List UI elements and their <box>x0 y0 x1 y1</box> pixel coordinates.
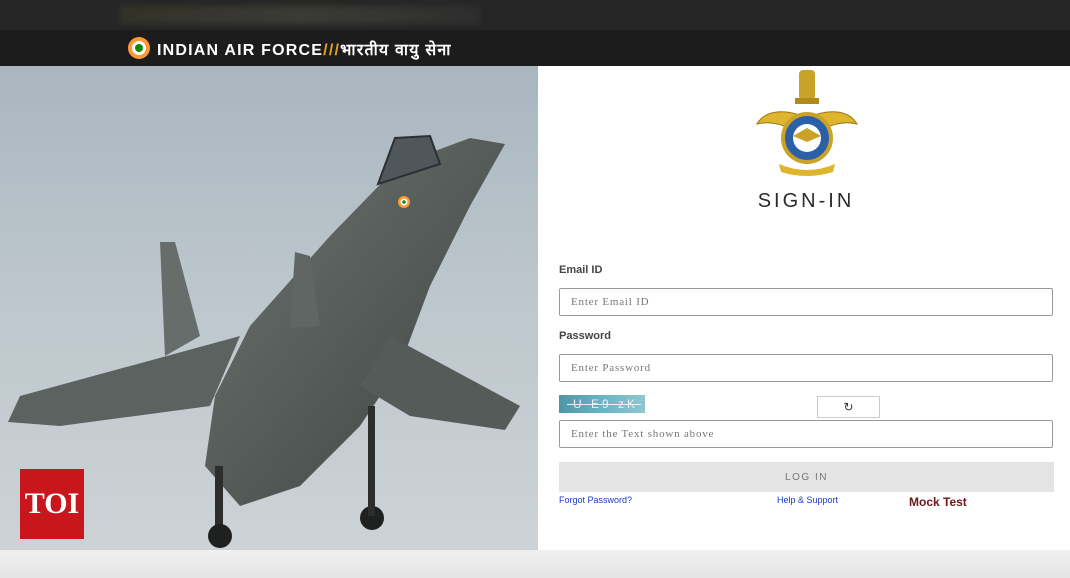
brand-hindi: भारतीय वायु सेना <box>340 42 452 59</box>
blurred-bar <box>120 6 480 24</box>
mock-test-link[interactable]: Mock Test <box>909 495 967 509</box>
toi-watermark: TOI <box>20 469 84 539</box>
top-strip <box>0 0 1070 30</box>
password-field[interactable] <box>559 354 1053 382</box>
captcha-image: U E9 zK <box>559 395 645 413</box>
brand-separator: /// <box>323 42 341 59</box>
bottom-strip <box>0 550 1070 578</box>
email-field[interactable] <box>559 288 1053 316</box>
captcha-refresh-button[interactable]: ↻ <box>817 396 880 418</box>
email-label: Email ID <box>559 264 603 276</box>
help-support-link[interactable]: Help & Support <box>777 495 838 505</box>
iaf-roundel-icon <box>128 37 150 59</box>
login-button[interactable]: LOG IN <box>559 462 1054 492</box>
captcha-field[interactable] <box>559 420 1053 448</box>
password-label: Password <box>559 330 611 342</box>
site-title: INDIAN AIR FORCE///भारतीय वायु सेना <box>157 38 452 60</box>
signin-title: SIGN-IN <box>757 190 855 212</box>
refresh-icon: ↻ <box>843 400 854 414</box>
forgot-password-link[interactable]: Forgot Password? <box>559 495 632 505</box>
iaf-crest-emblem <box>755 70 859 176</box>
brand-english: INDIAN AIR FORCE <box>157 42 324 59</box>
